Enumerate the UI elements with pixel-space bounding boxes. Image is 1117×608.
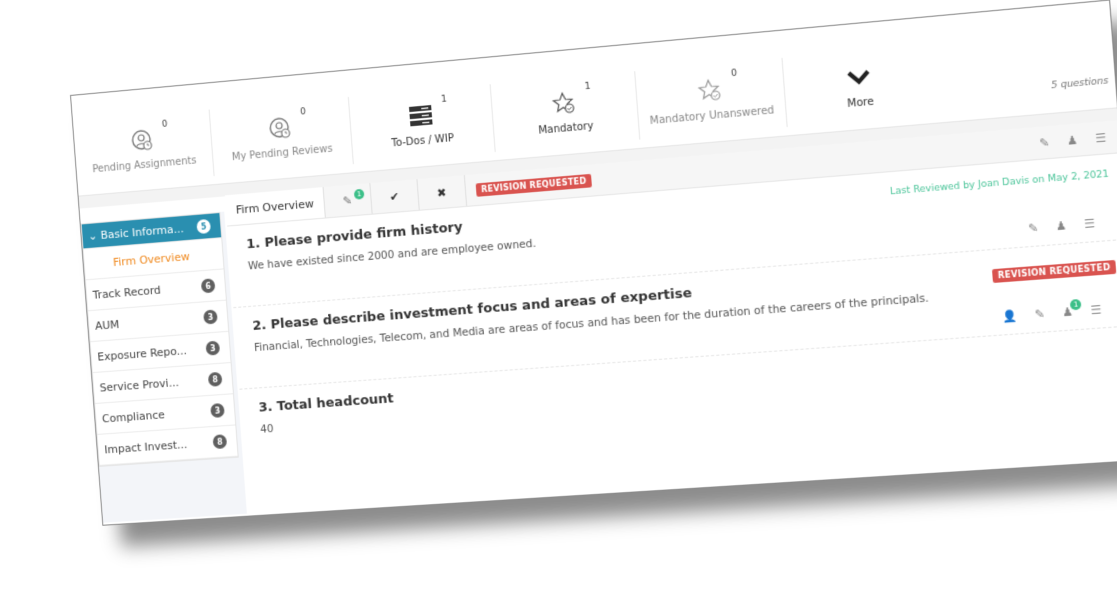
sidebar-item-label: AUM xyxy=(94,317,120,333)
server-list-icon xyxy=(408,104,433,126)
stat-mandatory[interactable]: 1 Mandatory xyxy=(490,71,641,152)
sidebar-item-label: Compliance xyxy=(101,407,166,426)
user-clock-icon xyxy=(268,115,294,141)
sidebar-item-label: Firm Overview xyxy=(112,249,191,269)
check-icon: ✔ xyxy=(389,189,400,204)
assign-user-icon[interactable]: ♟ xyxy=(1066,133,1078,148)
sidebar-item-label: Impact Invest... xyxy=(103,437,188,456)
stat-count: 1 xyxy=(584,80,591,92)
stat-label: Mandatory xyxy=(537,120,594,137)
edit-icon[interactable]: ✎ xyxy=(1034,307,1045,322)
count-badge: 3 xyxy=(210,402,225,419)
edit-tab[interactable]: ✎ 1 xyxy=(323,183,373,218)
stat-label: My Pending Reviews xyxy=(231,142,333,163)
sidebar-item-label: Track Record xyxy=(92,283,162,302)
edit-count-badge: 1 xyxy=(353,188,365,200)
chevron-down-icon xyxy=(846,69,871,86)
stat-label: To-Dos / WIP xyxy=(391,132,455,149)
reject-button[interactable]: ✖ xyxy=(417,175,468,210)
count-badge: 3 xyxy=(203,309,218,325)
user-check-icon[interactable]: 👤 xyxy=(1002,309,1018,324)
list-icon[interactable]: ☰ xyxy=(1090,303,1102,318)
count-badge: 8 xyxy=(212,434,228,450)
close-icon: ✖ xyxy=(436,185,447,200)
questionnaire-panel: 0 Pending Assignments 0 My Pending Revie… xyxy=(70,0,1117,526)
list-icon[interactable]: ☰ xyxy=(1095,130,1107,145)
sidebar: ⌄ Basic Informa... 5 Firm Overview Track … xyxy=(80,211,247,523)
comment-icon[interactable]: ♟ 1 xyxy=(1062,298,1082,319)
stat-more[interactable]: More xyxy=(783,44,937,126)
count-badge: 6 xyxy=(200,278,216,294)
edit-icon[interactable]: ✎ xyxy=(1039,135,1050,150)
star-check-icon xyxy=(551,90,577,117)
stat-count: 0 xyxy=(161,118,168,130)
sidebar-item-label: Exposure Repo... xyxy=(96,343,188,364)
stat-count: 0 xyxy=(299,106,307,118)
stat-count: 1 xyxy=(440,93,448,105)
edit-icon: ✎ xyxy=(342,193,353,208)
chevron-down-icon: ⌄ xyxy=(87,228,102,243)
list-icon[interactable]: ☰ xyxy=(1084,217,1096,232)
assign-user-icon[interactable]: ♟ xyxy=(1055,219,1067,234)
count-badge: 3 xyxy=(205,340,221,356)
count-badge: 8 xyxy=(207,371,223,387)
sidebar-item-label: Service Provi... xyxy=(99,375,180,395)
stat-pending-assignments[interactable]: 0 Pending Assignments xyxy=(72,109,215,188)
section-list: ⌄ Basic Informa... 5 Firm Overview Track … xyxy=(80,211,239,467)
stat-label: Mandatory Unanswered xyxy=(649,104,775,127)
stat-my-pending-reviews[interactable]: 0 My Pending Reviews xyxy=(209,96,354,176)
status-badge: REVISION REQUESTED xyxy=(475,173,592,197)
stat-label: Pending Assignments xyxy=(91,154,197,175)
stat-mandatory-unanswered[interactable]: 0 Mandatory Unanswered xyxy=(635,57,788,140)
star-check-icon xyxy=(696,77,723,104)
count-badge: 5 xyxy=(196,218,212,235)
stat-todos-wip[interactable]: 1 To-Dos / WIP xyxy=(348,84,496,165)
section-actions: ✎ ♟ ☰ xyxy=(1038,120,1117,159)
stat-label: More xyxy=(846,95,875,110)
approve-button[interactable]: ✔ xyxy=(370,179,420,214)
sidebar-item-label: Basic Informa... xyxy=(100,221,185,242)
edit-icon[interactable]: ✎ xyxy=(1028,221,1039,236)
comment-count-badge: 1 xyxy=(1069,298,1082,311)
stat-count: 0 xyxy=(730,67,738,79)
user-clock-icon xyxy=(131,129,152,149)
